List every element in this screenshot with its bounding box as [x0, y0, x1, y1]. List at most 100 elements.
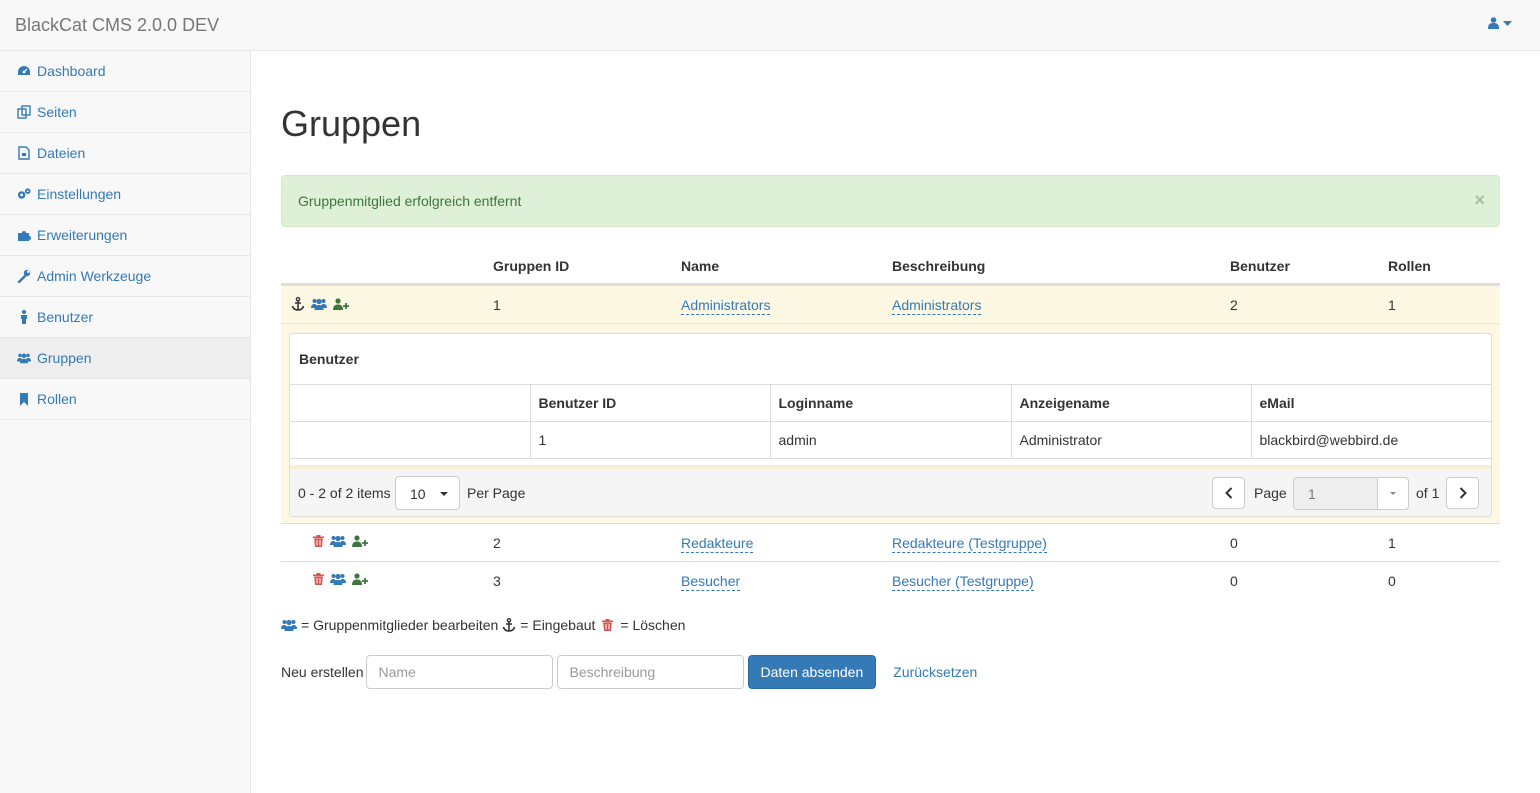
user-icon	[17, 310, 31, 324]
app-title[interactable]: BlackCat CMS 2.0.0 DEV	[15, 15, 219, 36]
sidebar-item-dateien[interactable]: Dateien	[0, 133, 250, 174]
user-add-icon[interactable]	[333, 298, 349, 310]
members-panel-title: Benutzer	[299, 351, 359, 367]
close-icon[interactable]: ×	[1474, 190, 1485, 211]
sidebar-item-label: Admin Werkzeuge	[37, 268, 152, 284]
members-table: Benutzer ID Loginname Anzeigename eMail …	[290, 384, 1491, 459]
pager: 0 - 2 of 2 items 10 Per Page Page 1 of 1	[290, 465, 1491, 516]
anchor-icon	[503, 618, 516, 632]
sidebar-item-label: Seiten	[37, 104, 77, 120]
row-actions	[313, 535, 368, 547]
row-action-cell	[290, 421, 531, 459]
file-icon	[17, 146, 31, 160]
submit-button[interactable]: Daten absenden	[747, 655, 877, 689]
column-header-description[interactable]: Beschreibung	[892, 258, 985, 274]
user-add-icon[interactable]	[352, 535, 368, 547]
group-id: 1	[493, 297, 501, 313]
anchor-icon	[291, 297, 305, 311]
alert-message: Gruppenmitglied erfolgreich entfernt	[298, 193, 522, 209]
sidebar-item-rollen[interactable]: Rollen	[0, 379, 250, 420]
member-id: 1	[529, 421, 771, 459]
reset-link[interactable]: Zurücksetzen	[893, 664, 977, 680]
page-number-value: 1	[1308, 486, 1316, 502]
group-id: 3	[493, 573, 501, 589]
user-icon	[1488, 17, 1499, 29]
icon-legend: = Gruppenmitglieder bearbeiten = Eingeba…	[281, 617, 685, 633]
members-table-header: Benutzer ID Loginname Anzeigename eMail	[290, 384, 1491, 422]
group-name-editable[interactable]: Administrators	[681, 297, 771, 315]
group-members-detail: Benutzer Benutzer ID Loginname Anzeigena…	[281, 323, 1500, 523]
column-header-users[interactable]: Benutzer	[1230, 258, 1290, 274]
sidebar-item-einstellungen[interactable]: Einstellungen	[0, 174, 250, 215]
sidebar-item-label: Gruppen	[37, 350, 92, 366]
sidebar-item-dashboard[interactable]: Dashboard	[0, 51, 250, 92]
column-header-user-id[interactable]: Benutzer ID	[529, 384, 771, 422]
pages-icon	[17, 105, 31, 119]
pager-info: 0 - 2 of 2 items	[298, 485, 391, 501]
trash-icon[interactable]	[313, 535, 324, 547]
sidebar-item-label: Rollen	[37, 391, 77, 407]
row-actions	[291, 297, 349, 311]
user-add-icon[interactable]	[352, 573, 368, 585]
page-of-label: of 1	[1416, 485, 1440, 501]
page-title: Gruppen	[281, 103, 422, 144]
sidebar-item-gruppen[interactable]: Gruppen	[0, 338, 250, 379]
caret-down-icon	[1377, 478, 1408, 509]
sidebar-item-label: Erweiterungen	[37, 227, 128, 243]
sidebar-item-admin-werkzeuge[interactable]: Admin Werkzeuge	[0, 256, 250, 297]
group-name-editable[interactable]: Redakteure	[681, 535, 754, 553]
group-description-editable[interactable]: Administrators	[892, 297, 982, 315]
bookmark-icon	[17, 392, 31, 406]
group-description-editable[interactable]: Redakteure (Testgruppe)	[892, 535, 1047, 553]
sidebar: Dashboard Seiten Dateien Einstellungen E…	[0, 51, 251, 793]
users-icon[interactable]	[311, 298, 327, 310]
group-role-count: 0	[1388, 573, 1396, 589]
group-name-editable[interactable]: Besucher	[681, 573, 741, 591]
dashboard-icon	[17, 64, 31, 78]
next-page-button[interactable]	[1446, 477, 1479, 509]
legend-delete-text: = Löschen	[620, 617, 686, 633]
member-display-name: Administrator	[1010, 421, 1252, 459]
group-description-input[interactable]	[556, 655, 744, 689]
create-group-form: Neu erstellen Daten absenden Zurücksetze…	[281, 655, 977, 689]
member-email: blackbird@webbird.de	[1250, 421, 1491, 459]
chevron-left-icon	[1224, 487, 1232, 499]
column-header-login[interactable]: Loginname	[769, 384, 1012, 422]
sidebar-item-label: Benutzer	[37, 309, 94, 325]
users-icon	[281, 619, 297, 631]
column-header-empty	[290, 384, 531, 422]
group-user-count: 0	[1230, 573, 1238, 589]
top-navbar: BlackCat CMS 2.0.0 DEV	[0, 0, 1540, 51]
sidebar-item-benutzer[interactable]: Benutzer	[0, 297, 250, 338]
trash-icon[interactable]	[313, 573, 324, 585]
legend-members-text: = Gruppenmitglieder bearbeiten	[301, 617, 499, 633]
previous-page-button[interactable]	[1212, 477, 1245, 509]
group-name-input[interactable]	[365, 655, 553, 689]
column-header-name[interactable]: Name	[681, 258, 719, 274]
table-row: 1 admin Administrator blackbird@webbird.…	[290, 421, 1491, 459]
page-label: Page	[1254, 485, 1287, 501]
sidebar-item-seiten[interactable]: Seiten	[0, 92, 250, 133]
member-login: admin	[769, 421, 1012, 459]
per-page-select[interactable]: 10	[395, 476, 460, 510]
column-header-id[interactable]: Gruppen ID	[493, 258, 569, 274]
user-menu[interactable]	[1488, 17, 1512, 29]
users-icon[interactable]	[330, 535, 346, 547]
sidebar-item-erweiterungen[interactable]: Erweiterungen	[0, 215, 250, 256]
table-row: 2 Redakteure Redakteure (Testgruppe) 0 1	[281, 523, 1500, 561]
group-description-editable[interactable]: Besucher (Testgruppe)	[892, 573, 1034, 591]
column-header-roles[interactable]: Rollen	[1388, 258, 1431, 274]
per-page-value: 10	[410, 486, 426, 502]
column-header-email[interactable]: eMail	[1250, 384, 1491, 422]
users-icon	[17, 351, 31, 365]
wrench-icon	[17, 269, 31, 283]
row-actions	[313, 573, 368, 585]
table-header: Gruppen ID Name Beschreibung Benutzer Ro…	[281, 247, 1500, 285]
column-header-display-name[interactable]: Anzeigename	[1010, 384, 1252, 422]
users-icon[interactable]	[330, 573, 346, 585]
group-role-count: 1	[1388, 297, 1396, 313]
caret-down-icon	[440, 492, 448, 496]
page-number-select[interactable]: 1	[1293, 477, 1409, 510]
table-row: 3 Besucher Besucher (Testgruppe) 0 0	[281, 561, 1500, 599]
sidebar-item-label: Dashboard	[37, 63, 106, 79]
